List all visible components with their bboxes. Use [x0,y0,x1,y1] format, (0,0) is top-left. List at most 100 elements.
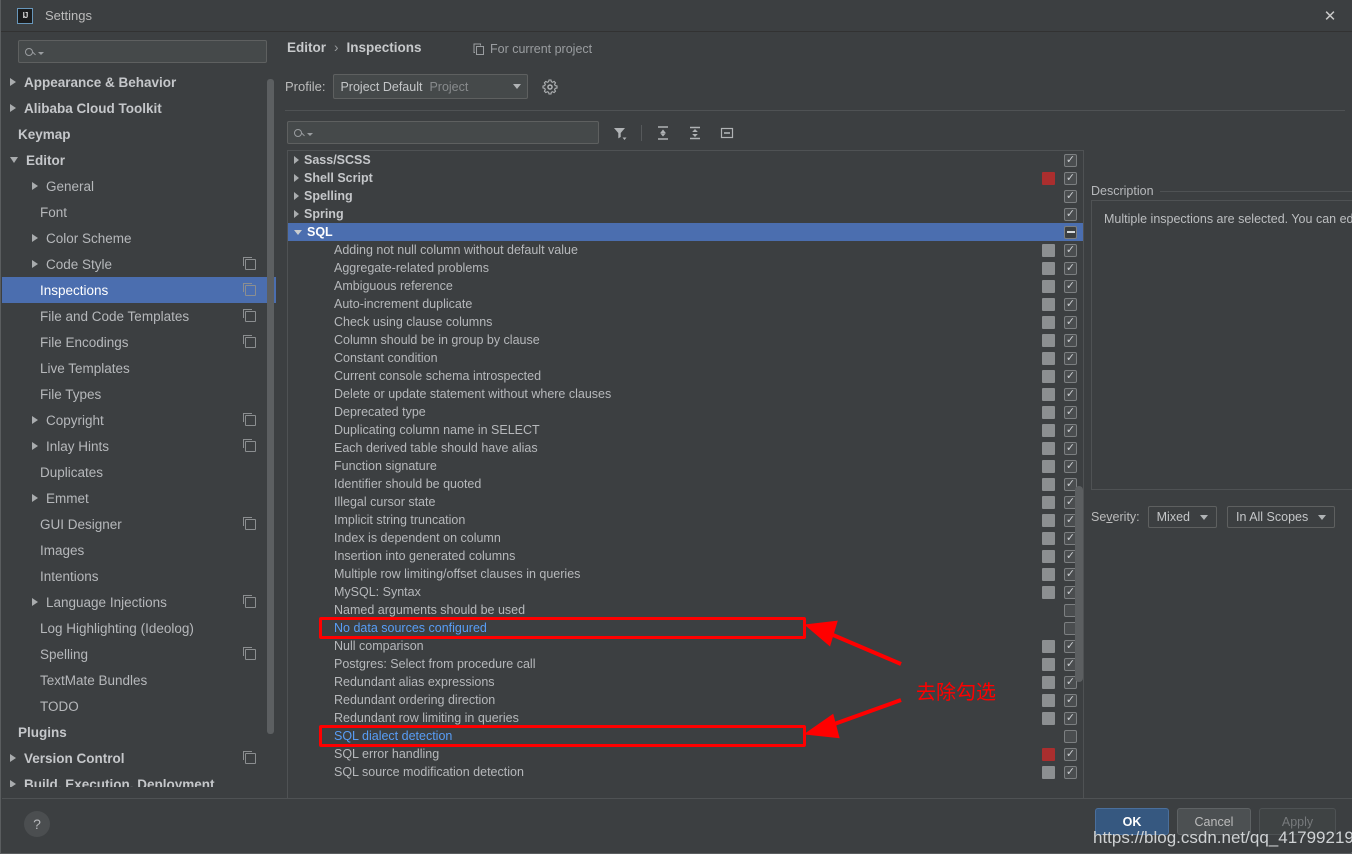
gear-icon[interactable] [542,78,559,95]
inspection-enabled-checkbox[interactable] [1064,261,1077,275]
chevron-right-icon[interactable] [10,104,16,112]
chevron-right-icon[interactable] [10,780,16,787]
chevron-right-icon[interactable] [10,754,16,762]
chevron-right-icon[interactable] [10,78,16,86]
profile-select[interactable]: Project Default Project [333,74,529,99]
chevron-right-icon[interactable] [32,182,38,190]
inspection-row[interactable]: Identifier should be quoted [288,475,1083,493]
inspection-row[interactable]: Auto-increment duplicate [288,295,1083,313]
apply-button[interactable]: Apply [1259,808,1336,835]
sidebar-item-file-encodings[interactable]: File Encodings [2,329,276,355]
sidebar-item-appearance-behavior[interactable]: Appearance & Behavior [2,69,276,95]
inspection-row[interactable]: No data sources configured [288,619,1083,637]
inspection-row[interactable]: Function signature [288,457,1083,475]
sidebar-item-code-style[interactable]: Code Style [2,251,276,277]
inspection-enabled-checkbox[interactable] [1064,693,1077,707]
inspection-row[interactable]: Aggregate-related problems [288,259,1083,277]
sidebar-item-todo[interactable]: TODO [2,693,276,719]
inspection-row[interactable]: Null comparison [288,637,1083,655]
help-button[interactable]: ? [24,811,50,837]
sidebar-item-live-templates[interactable]: Live Templates [2,355,276,381]
chevron-right-icon[interactable] [294,174,299,182]
chevron-right-icon[interactable] [32,494,38,502]
inspection-row[interactable]: Current console schema introspected [288,367,1083,385]
inspection-row[interactable]: Delete or update statement without where… [288,385,1083,403]
collapse-all-icon[interactable] [684,122,706,144]
inspection-enabled-checkbox[interactable] [1064,441,1077,455]
inspection-search-box[interactable] [287,121,599,144]
inspection-row[interactable]: Redundant row limiting in queries [288,709,1083,727]
inspection-row[interactable]: Multiple row limiting/offset clauses in … [288,565,1083,583]
inspection-enabled-checkbox[interactable] [1064,297,1077,311]
sidebar-item-inspections[interactable]: Inspections [2,277,276,303]
inspection-enabled-checkbox[interactable] [1064,333,1077,347]
cancel-button[interactable]: Cancel [1177,808,1251,835]
breadcrumb-parent[interactable]: Editor [287,40,326,55]
inspections-tree[interactable]: Sass/SCSS Shell Script Spelling Spring SQLAd… [287,150,1084,803]
expand-all-icon[interactable] [652,122,674,144]
severity-select[interactable]: Mixed [1147,506,1217,528]
sidebar-item-language-injections[interactable]: Language Injections [2,589,276,615]
chevron-right-icon[interactable] [32,234,38,242]
sidebar-item-duplicates[interactable]: Duplicates [2,459,276,485]
inspection-row[interactable]: Postgres: Select from procedure call [288,655,1083,673]
chevron-right-icon[interactable] [32,260,38,268]
sidebar-item-general[interactable]: General [2,173,276,199]
inspection-row[interactable]: SQL dialect detection [288,727,1083,745]
ok-button[interactable]: OK [1095,808,1169,835]
inspection-enabled-checkbox[interactable] [1064,387,1077,401]
sidebar-item-color-scheme[interactable]: Color Scheme [2,225,276,251]
inspection-enabled-checkbox[interactable] [1064,747,1077,761]
settings-search-input[interactable] [48,43,260,60]
sidebar-item-emmet[interactable]: Emmet [2,485,276,511]
inspections-scrollbar-thumb[interactable] [1075,486,1083,682]
inspection-row[interactable]: Index is dependent on column [288,529,1083,547]
sidebar-item-gui-designer[interactable]: GUI Designer [2,511,276,537]
inspection-row[interactable]: Implicit string truncation [288,511,1083,529]
inspection-row[interactable]: MySQL: Syntax [288,583,1083,601]
inspection-row[interactable]: Named arguments should be used [288,601,1083,619]
inspection-row[interactable]: SQL error handling [288,745,1083,763]
inspection-row[interactable]: Redundant alias expressions [288,673,1083,691]
chevron-right-icon[interactable] [32,416,38,424]
sidebar-search-box[interactable] [18,40,267,63]
inspection-row[interactable]: Illegal cursor state [288,493,1083,511]
inspection-enabled-checkbox[interactable] [1064,225,1077,239]
inspection-row[interactable]: Spring [288,205,1083,223]
inspection-enabled-checkbox[interactable] [1064,369,1077,383]
inspection-row[interactable]: Each derived table should have alias [288,439,1083,457]
sidebar-item-editor[interactable]: Editor [2,147,276,173]
inspection-enabled-checkbox[interactable] [1064,171,1077,185]
sidebar-item-spelling[interactable]: Spelling [2,641,276,667]
chevron-down-icon[interactable] [294,229,302,235]
chevron-right-icon[interactable] [32,442,38,450]
inspection-row[interactable]: Spelling [288,187,1083,205]
inspection-enabled-checkbox[interactable] [1064,315,1077,329]
inspection-enabled-checkbox[interactable] [1064,351,1077,365]
sidebar-scrollbar-thumb[interactable] [267,79,274,734]
sidebar-item-alibaba-cloud-toolkit[interactable]: Alibaba Cloud Toolkit [2,95,276,121]
sidebar-item-textmate-bundles[interactable]: TextMate Bundles [2,667,276,693]
inspection-row[interactable]: Constant condition [288,349,1083,367]
sidebar-item-font[interactable]: Font [2,199,276,225]
inspection-row[interactable]: Ambiguous reference [288,277,1083,295]
close-icon[interactable]: ✕ [1307,0,1352,31]
inspection-row[interactable]: Duplicating column name in SELECT [288,421,1083,439]
minimize-box-icon[interactable] [716,122,738,144]
sidebar-item-images[interactable]: Images [2,537,276,563]
inspection-row[interactable]: Shell Script [288,169,1083,187]
inspection-enabled-checkbox[interactable] [1064,423,1077,437]
sidebar-item-plugins[interactable]: Plugins [2,719,276,745]
sidebar-item-file-types[interactable]: File Types [2,381,276,407]
chevron-right-icon[interactable] [294,210,299,218]
inspection-row[interactable]: Column should be in group by clause [288,331,1083,349]
inspection-search-input[interactable] [317,124,592,141]
inspection-row[interactable]: Insertion into generated columns [288,547,1083,565]
sidebar-item-version-control[interactable]: Version Control [2,745,276,771]
chevron-right-icon[interactable] [294,156,299,164]
sidebar-item-log-highlighting-ideolog[interactable]: Log Highlighting (Ideolog) [2,615,276,641]
inspection-row[interactable]: SQL source modification detection [288,763,1083,781]
inspection-enabled-checkbox[interactable] [1064,459,1077,473]
inspection-enabled-checkbox[interactable] [1064,765,1077,779]
inspection-enabled-checkbox[interactable] [1064,405,1077,419]
